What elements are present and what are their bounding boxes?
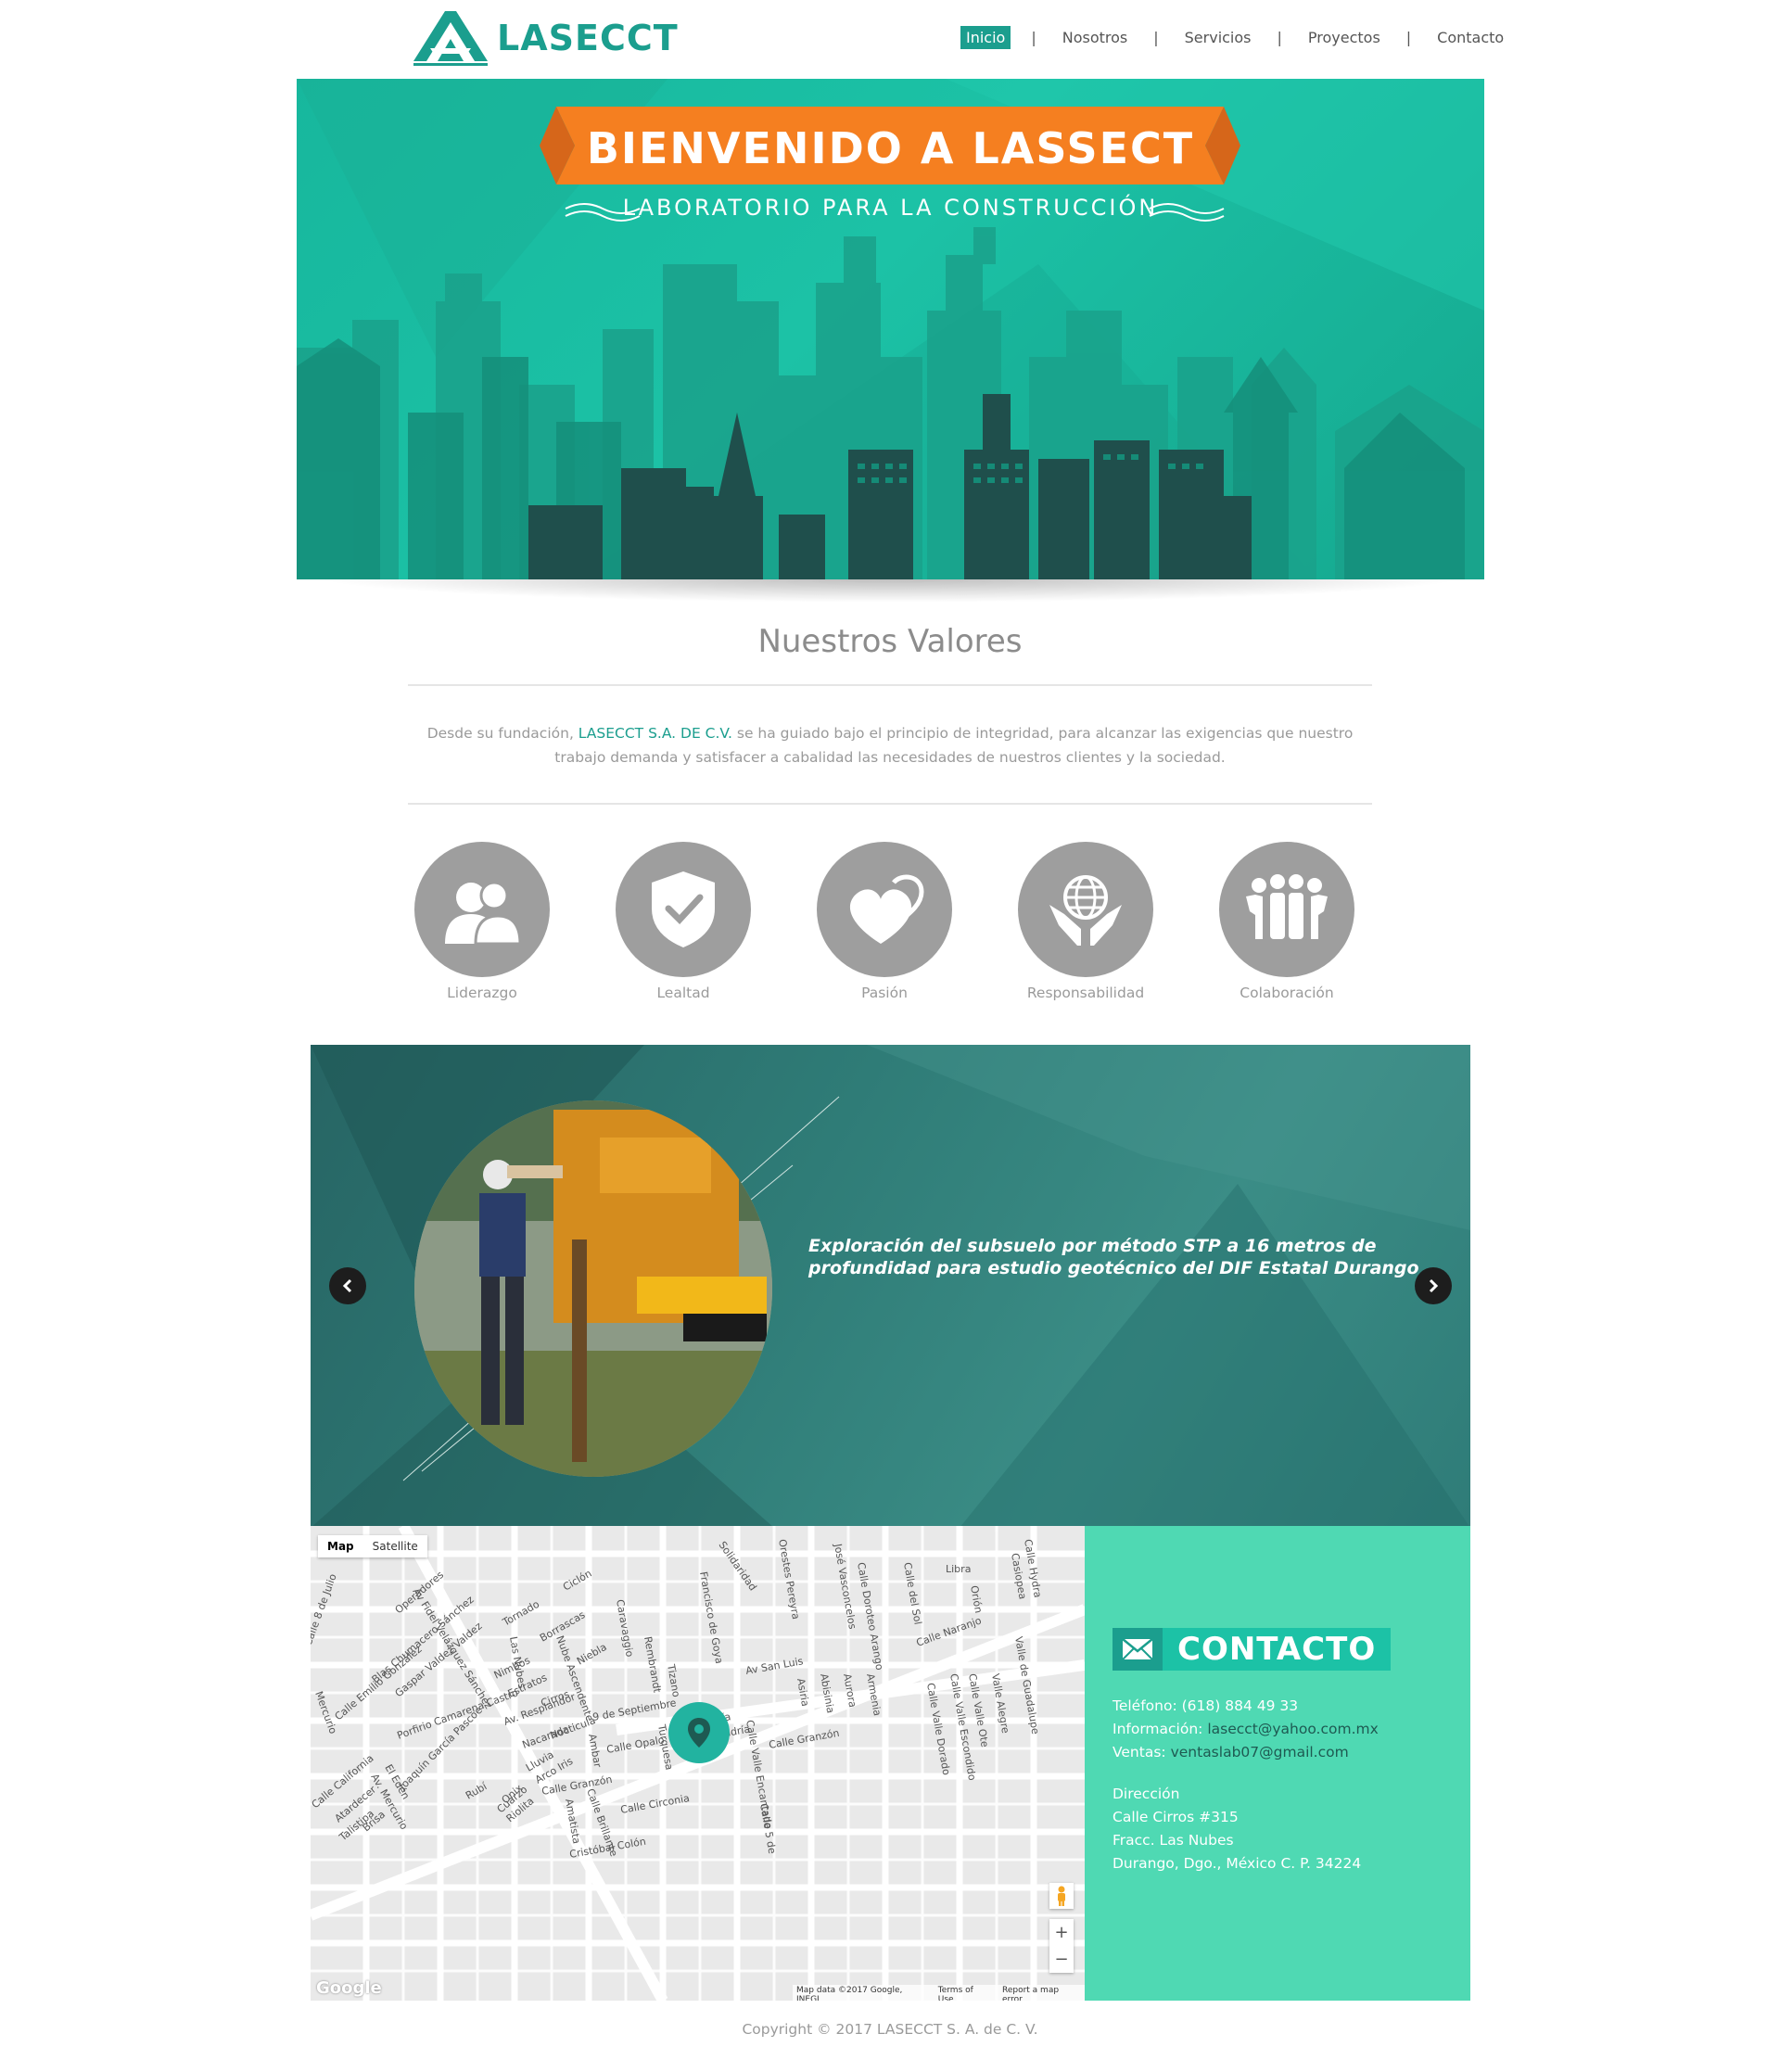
slide-caption: Exploración del subsuelo por método STP … [808,1236,1419,1278]
company-name: LASECCT S.A. DE C.V. [578,725,732,742]
map-tab-satellite[interactable]: Satellite [363,1535,427,1557]
value-label: Lealtad [656,985,710,1001]
slider-next-button[interactable] [1415,1267,1452,1304]
phone-value[interactable]: (618) 884 49 33 [1182,1697,1299,1714]
nav-proyectos[interactable]: Proyectos [1303,26,1386,49]
phone-label: Teléfono: [1112,1697,1177,1714]
sales-email-link[interactable]: ventaslab07@gmail.com [1171,1744,1349,1761]
value-label: Responsabilidad [1026,985,1145,1001]
nav-separator: | [1405,28,1412,46]
location-pin-icon[interactable] [668,1702,730,1763]
contact-details: Teléfono: (618) 884 49 33 Información: l… [1112,1695,1379,1875]
hero-banner: BIENVENIDO A LASSECT LABORATORIO PARA LA… [297,79,1484,579]
people-icon [414,842,550,977]
phone-line: Teléfono: (618) 884 49 33 [1112,1695,1379,1718]
address-line-2: Fracc. Las Nubes [1112,1832,1234,1849]
value-lealtad: Lealtad [609,842,757,1001]
nav-separator: | [1031,28,1036,46]
project-slider: Exploración del subsuelo por método STP … [311,1045,1470,1528]
contact-title: CONTACTO [1163,1628,1392,1671]
values-description: Desde su fundación, LASECCT S.A. DE C.V.… [408,721,1372,769]
divider [408,803,1372,805]
values-icons: Liderazgo Lealtad Pasión Responsabilidad… [408,842,1372,1009]
team-icon [1219,842,1354,977]
map-data-credit: Map data ©2017 Google, INEGI [796,1986,903,2001]
globe-hands-icon [1018,842,1153,977]
nav-separator: | [1153,28,1159,46]
street-view-pegman-icon[interactable] [1049,1883,1074,1909]
project-photo [414,1100,772,1477]
value-colaboracion: Colaboración [1213,842,1361,1001]
address-line-3: Durango, Dgo., México C. P. 34224 [1112,1855,1362,1872]
location-map[interactable]: Av Fidel Velázquez Sánchez Operadores Ci… [311,1526,1085,2001]
map-tab-map[interactable]: Map [318,1535,363,1557]
info-email-link[interactable]: lasecct@yahoo.com.mx [1207,1721,1378,1737]
sales-line: Ventas: ventaslab07@gmail.com [1112,1741,1379,1764]
hearts-icon [817,842,952,977]
nav-inicio[interactable]: Inicio [960,25,1011,49]
logo-mark-icon [413,11,488,66]
hero-title: BIENVENIDO A LASSECT [586,123,1195,173]
hero-subtitle: LABORATORIO PARA LA CONSTRUCCIÓN [622,195,1159,221]
logo[interactable]: LASECCT [410,7,706,69]
map-attribution: Map data ©2017 Google, INEGI Terms of Us… [793,1985,1085,2001]
google-logo: Google [316,1978,382,1998]
chevron-right-icon [1429,1278,1439,1293]
nav-separator: | [1277,28,1282,46]
zoom-out-button[interactable]: − [1054,1950,1068,1969]
contact-panel: CONTACTO Teléfono: (618) 884 49 33 Infor… [1085,1526,1470,2001]
nav-nosotros[interactable]: Nosotros [1057,26,1134,49]
info-line: Información: lasecct@yahoo.com.mx [1112,1718,1379,1741]
contact-heading: CONTACTO [1112,1628,1392,1671]
nav-contacto[interactable]: Contacto [1431,26,1509,49]
logo-text: LASECCT [497,18,679,58]
value-responsabilidad: Responsabilidad [1011,842,1160,1001]
report-map-error-link[interactable]: Report a map error [1002,1986,1081,2001]
divider [408,684,1372,686]
site-header: LASECCT Inicio | Nosotros | Servicios | … [0,0,1780,78]
map-street-label: Libra [946,1563,971,1575]
map-zoom-controls: + − [1049,1919,1074,1973]
slider-prev-button[interactable] [329,1267,366,1304]
value-label: Pasión [861,985,908,1001]
map-type-tabs: Map Satellite [318,1535,427,1557]
chevron-left-icon [342,1278,352,1293]
values-title: Nuestros Valores [757,623,1023,660]
nav-servicios[interactable]: Servicios [1179,26,1257,49]
shield-check-icon [616,842,751,977]
value-label: Colaboración [1240,985,1334,1001]
values-text-before: Desde su fundación, [426,725,578,742]
address-line-1: Calle Cirros #315 [1112,1809,1239,1825]
sales-label: Ventas: [1112,1744,1166,1761]
main-nav: Inicio | Nosotros | Servicios | Proyecto… [960,24,1509,50]
hero-shadow [311,577,1469,603]
address-label: Dirección [1112,1786,1180,1802]
footer-copyright: Copyright © 2017 LASECCT S. A. de C. V. [742,2021,1038,2038]
value-label: Liderazgo [447,985,517,1001]
envelope-icon [1112,1628,1163,1671]
value-liderazgo: Liderazgo [408,842,556,1001]
zoom-in-button[interactable]: + [1054,1923,1068,1942]
value-pasion: Pasión [810,842,959,1001]
street-map: Av Fidel Velázquez Sánchez Operadores Ci… [311,1526,1085,2001]
info-label: Información: [1112,1721,1203,1737]
terms-of-use-link[interactable]: Terms of Use [938,1986,991,2001]
